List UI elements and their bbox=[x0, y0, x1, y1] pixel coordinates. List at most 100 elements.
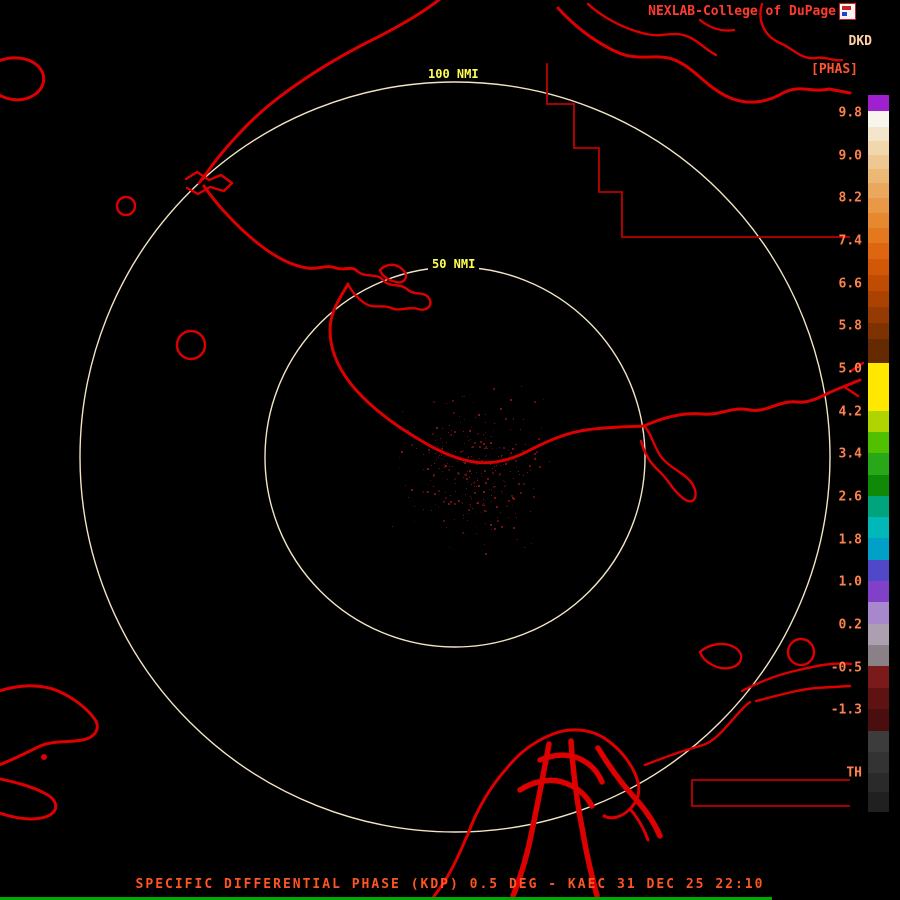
radar-echo-pixel bbox=[442, 442, 443, 443]
color-scale-segment bbox=[868, 731, 889, 752]
radar-echo-pixel bbox=[493, 486, 495, 488]
radar-echo-pixel bbox=[435, 453, 436, 454]
color-scale-segment bbox=[868, 752, 889, 773]
radar-echo-pixel bbox=[463, 462, 464, 463]
radar-echo-pixel bbox=[494, 466, 495, 467]
radar-echo-pixel bbox=[433, 474, 435, 476]
radar-echo-pixel bbox=[438, 490, 440, 492]
radar-echo-pixel bbox=[504, 481, 505, 482]
radar-echo-pixel bbox=[461, 502, 462, 503]
radar-echo-pixel bbox=[513, 498, 515, 500]
color-scale-segment bbox=[868, 624, 889, 645]
radar-echo-pixel bbox=[513, 527, 515, 529]
radar-echo-pixel bbox=[490, 464, 491, 465]
color-scale-segment bbox=[868, 773, 889, 792]
scale-tick--0.5: -0.5 bbox=[830, 660, 862, 676]
radar-echo-pixel bbox=[518, 483, 520, 485]
radar-echo-pixel bbox=[501, 455, 502, 456]
radar-echo-pixel bbox=[448, 469, 450, 471]
radar-echo-pixel bbox=[512, 448, 514, 450]
radar-echo-pixel bbox=[410, 432, 411, 433]
radar-echo-pixel bbox=[513, 418, 514, 419]
radar-echo-pixel bbox=[497, 520, 499, 522]
radar-echo-pixel bbox=[441, 454, 442, 455]
radar-echo-pixel bbox=[515, 513, 516, 514]
radar-echo-pixel bbox=[508, 450, 509, 451]
color-scale-segment bbox=[868, 127, 889, 141]
color-scale-segment bbox=[868, 95, 889, 111]
brand-title: NEXLAB-College of DuPage bbox=[648, 4, 836, 19]
radar-echo-pixel bbox=[501, 491, 502, 492]
radar-echo-pixel bbox=[464, 460, 465, 461]
radar-echo-pixel bbox=[444, 466, 446, 468]
radar-echo-pixel bbox=[470, 504, 471, 505]
radar-echo-pixel bbox=[401, 451, 403, 453]
radar-echo-pixel bbox=[443, 520, 445, 522]
radar-echo-pixel bbox=[455, 491, 456, 492]
radar-echo-pixel bbox=[500, 465, 501, 466]
radar-echo-pixel bbox=[460, 422, 461, 423]
radar-echo-pixel bbox=[466, 488, 467, 489]
radar-echo-pixel bbox=[430, 480, 431, 481]
radar-echo-pixel bbox=[496, 506, 498, 508]
radar-echo-pixel bbox=[455, 451, 456, 452]
radar-echo-pixel bbox=[494, 491, 495, 492]
units-label: [PHAS] bbox=[811, 62, 858, 77]
radar-echo-pixel bbox=[476, 513, 477, 514]
radar-echo-pixel bbox=[454, 519, 455, 520]
radar-echo-pixel bbox=[525, 444, 526, 445]
radar-echo-pixel bbox=[534, 401, 536, 403]
radar-echo-pixel bbox=[442, 471, 443, 472]
radar-echo-pixel bbox=[446, 403, 447, 404]
color-scale-segment bbox=[868, 259, 889, 275]
scale-tick-9.8: 9.8 bbox=[838, 105, 862, 121]
radar-echo-pixel bbox=[519, 474, 520, 475]
color-scale-segment bbox=[868, 560, 889, 581]
radar-echo-pixel bbox=[450, 454, 451, 455]
radar-echo-pixel bbox=[411, 444, 413, 446]
radar-echo-pixel bbox=[454, 479, 455, 480]
radar-echo-pixel bbox=[408, 497, 409, 498]
radar-echo-pixel bbox=[470, 506, 471, 507]
radar-echo-pixel bbox=[499, 473, 501, 475]
scale-tick-2.6: 2.6 bbox=[838, 489, 862, 505]
radar-echo-pixel bbox=[492, 472, 494, 474]
radar-echo-pixel bbox=[481, 473, 482, 474]
radar-echo-pixel bbox=[477, 502, 479, 504]
radar-echo-pixel bbox=[423, 469, 424, 470]
radar-echo-pixel bbox=[485, 438, 486, 439]
radar-echo-pixel bbox=[440, 438, 441, 439]
radar-echo-pixel bbox=[434, 463, 435, 464]
radar-echo-pixel bbox=[483, 443, 485, 445]
radar-echo-pixel bbox=[477, 480, 478, 481]
radar-echo-pixel bbox=[513, 478, 514, 479]
radar-echo-pixel bbox=[469, 477, 470, 478]
radar-echo-pixel bbox=[473, 459, 474, 460]
color-scale-segment bbox=[868, 581, 889, 602]
scale-tick--1.3: -1.3 bbox=[830, 702, 862, 718]
radar-echo-pixel bbox=[513, 419, 514, 420]
scale-tick-4.2: 4.2 bbox=[838, 404, 862, 420]
radar-echo-pixel bbox=[446, 527, 447, 528]
radar-echo-pixel bbox=[512, 497, 514, 499]
radar-echo-pixel bbox=[495, 486, 496, 487]
radar-echo-pixel bbox=[485, 553, 487, 555]
radar-echo-pixel bbox=[476, 472, 477, 473]
radar-echo-pixel bbox=[500, 512, 501, 513]
radar-echo-pixel bbox=[516, 444, 517, 445]
radar-echo-pixel bbox=[444, 464, 445, 465]
radar-echo-pixel bbox=[452, 466, 453, 467]
radar-echo-pixel bbox=[534, 458, 536, 460]
color-scale-segment bbox=[868, 475, 889, 496]
radar-echo-pixel bbox=[422, 491, 423, 492]
radar-echo-pixel bbox=[463, 431, 464, 432]
radar-echo-pixel bbox=[533, 496, 535, 498]
radar-echo-pixel bbox=[503, 464, 504, 465]
radar-echo-pixel bbox=[495, 462, 496, 463]
radar-echo-pixel bbox=[455, 478, 456, 479]
color-scale-segment bbox=[868, 645, 889, 666]
scale-tick-8.2: 8.2 bbox=[838, 190, 862, 206]
radar-echo-pixel bbox=[473, 402, 474, 403]
radar-echo-pixel bbox=[452, 400, 454, 402]
radar-echo-pixel bbox=[445, 492, 446, 493]
